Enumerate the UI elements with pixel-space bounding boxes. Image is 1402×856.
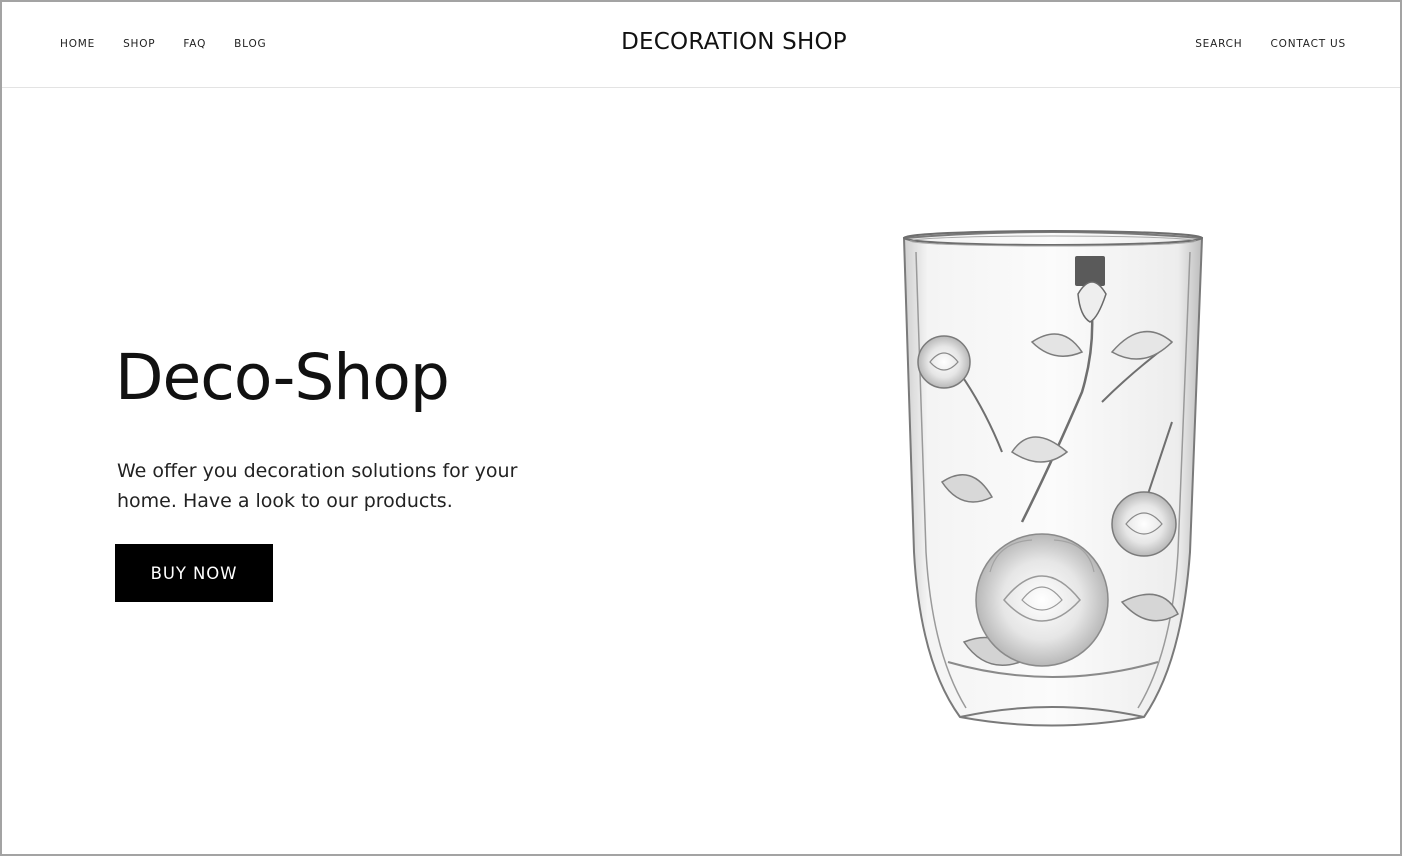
browser-page: HOME SHOP FAQ BLOG DECORATION SHOP SEARC… <box>0 0 1402 856</box>
nav-contact-link[interactable]: CONTACT US <box>1271 38 1346 50</box>
glass-vase-icon <box>902 230 1204 727</box>
utility-navigation: SEARCH CONTACT US <box>1167 38 1346 50</box>
nav-search-link[interactable]: SEARCH <box>1195 38 1242 50</box>
buy-now-button[interactable]: BUY NOW <box>115 544 273 602</box>
product-image <box>882 222 1222 742</box>
hero-section: Deco-Shop We offer you decoration soluti… <box>115 338 635 516</box>
hero-description: We offer you decoration solutions for yo… <box>117 460 518 512</box>
site-header: HOME SHOP FAQ BLOG DECORATION SHOP SEARC… <box>2 2 1400 88</box>
hero-title: Deco-Shop <box>115 341 450 414</box>
